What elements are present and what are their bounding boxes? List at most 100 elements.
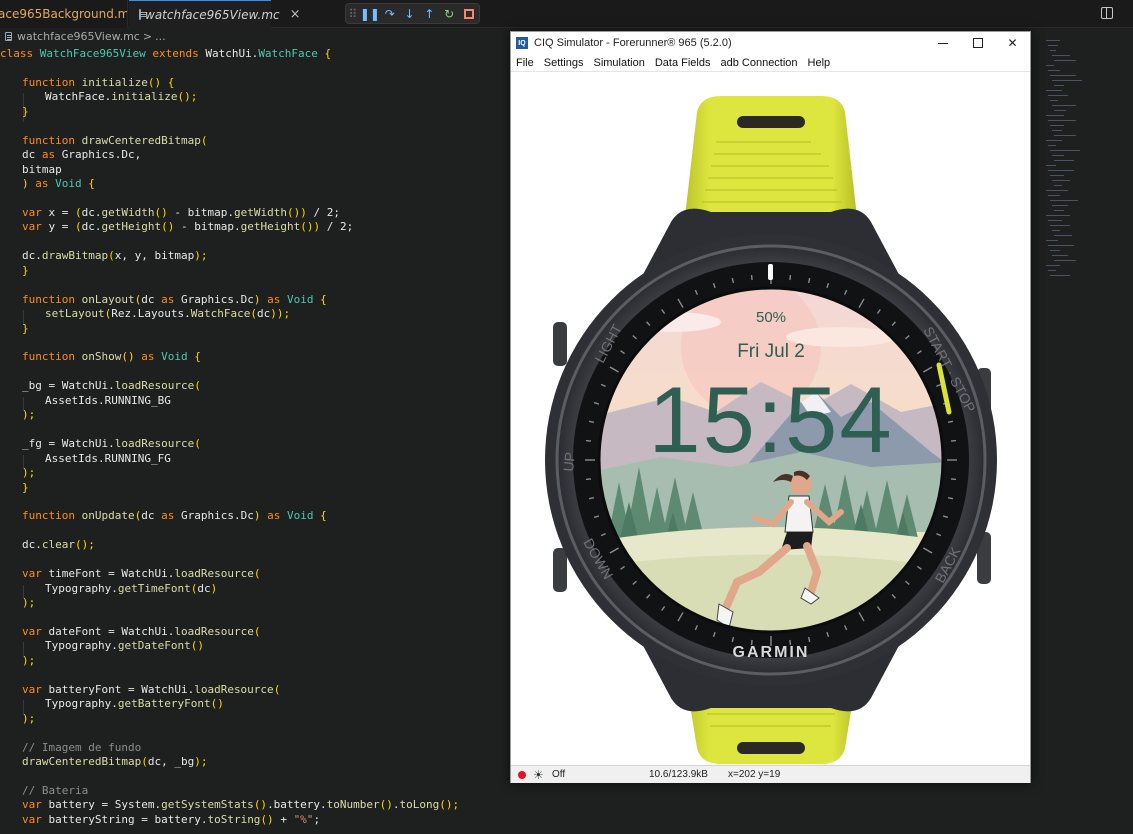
code-token: function [22, 350, 82, 364]
bezel-tick [950, 478, 957, 481]
code-line[interactable]: setLayout(Rez.Layouts.WatchFace(dc)); [45, 307, 290, 321]
code-editor[interactable]: class WatchFace965View extends WatchUi.W… [0, 44, 510, 834]
code-line[interactable]: var battery = System.getSystemStats().ba… [22, 798, 459, 812]
code-line[interactable]: Typography.getDateFont() [45, 639, 204, 653]
date-text: Fri Jul 2 [737, 341, 805, 362]
code-token: Void [286, 509, 321, 523]
menu-adb-connection[interactable]: adb Connection [715, 57, 802, 69]
code-line[interactable]: ); [22, 712, 35, 726]
close-button[interactable]: ✕ [995, 32, 1030, 54]
code-line[interactable]: function drawCenteredBitmap( [22, 134, 207, 148]
step-into-icon[interactable]: ↓ [400, 4, 420, 23]
code-line[interactable]: } [22, 481, 29, 495]
code-token: () [190, 639, 204, 653]
bezel-tick [585, 478, 592, 481]
menu-settings[interactable]: Settings [539, 57, 589, 69]
code-token: toString [207, 812, 261, 826]
maximize-button[interactable] [960, 32, 995, 54]
code-line[interactable]: Typography.getBatteryFont() [45, 697, 224, 711]
code-line[interactable]: _bg = WatchUi.loadResource( [22, 379, 201, 393]
minimap-line [1046, 265, 1060, 266]
breadcrumb-file[interactable]: watchface965View.mc [17, 30, 140, 43]
code-line[interactable]: } [22, 264, 29, 278]
record-indicator-icon[interactable] [518, 771, 526, 779]
watch-canvas[interactable]: LIGHT UP DOWN START · STOP BACK GARMIN 5… [511, 72, 1030, 764]
minimap-line [1050, 250, 1060, 251]
code-token: Graphics.Dc [180, 509, 254, 523]
breadcrumb-more[interactable]: ... [155, 30, 166, 43]
simulator-title-bar[interactable]: IQ CIQ Simulator - Forerunner® 965 (5.2.… [511, 32, 1030, 54]
code-line[interactable]: ); [22, 596, 35, 610]
code-line[interactable]: } [22, 322, 29, 336]
code-line[interactable]: var timeFont = WatchUi.loadResource( [22, 567, 260, 581]
watch-device: LIGHT UP DOWN START · STOP BACK GARMIN 5… [545, 96, 997, 764]
code-token: () [253, 798, 268, 812]
pause-icon[interactable]: ❚❚ [360, 4, 380, 23]
code-token: drawCenteredBitmap [22, 755, 142, 769]
code-token: as [35, 177, 56, 191]
split-editor-icon[interactable] [1101, 7, 1113, 19]
minimap-line [1046, 65, 1054, 66]
simulator-window: IQ CIQ Simulator - Forerunner® 965 (5.2.… [510, 31, 1031, 783]
step-out-icon[interactable]: ↑ [419, 4, 439, 23]
code-line[interactable]: AssetIds.RUNNING_FG [45, 452, 171, 466]
drag-handle-icon[interactable]: ⠿ [346, 4, 360, 23]
close-icon[interactable]: × [290, 7, 301, 22]
code-line[interactable]: // Imagem de fundo [22, 741, 141, 755]
code-line[interactable]: var batteryString = battery.toString() +… [22, 813, 320, 827]
step-over-icon[interactable]: ↷ [380, 4, 400, 23]
tab-view-file[interactable]: watchface965View.mc × [129, 0, 301, 28]
code-line[interactable]: function onUpdate(dc as Graphics.Dc) as … [22, 509, 327, 523]
code-line[interactable]: // Bateria [22, 784, 88, 798]
code-token: AssetIds.RUNNING_FG [45, 451, 171, 465]
code-line[interactable]: ); [22, 654, 35, 668]
code-token: ( [194, 437, 201, 451]
code-line[interactable]: function initialize() { [22, 76, 174, 90]
code-token: . [392, 798, 400, 812]
code-line[interactable]: ) as Void { [22, 177, 95, 191]
stop-icon[interactable] [464, 8, 474, 19]
code-line[interactable]: ); [22, 408, 35, 422]
code-line[interactable]: _fg = WatchUi.loadResource( [22, 437, 201, 451]
minimap-line [1054, 85, 1064, 86]
code-token: y = [48, 220, 75, 234]
down-button[interactable] [553, 548, 567, 592]
code-line[interactable]: dc.clear(); [22, 538, 95, 552]
menu-data-fields[interactable]: Data Fields [650, 57, 716, 69]
code-line[interactable]: var batteryFont = WatchUi.loadResource( [22, 683, 280, 697]
minimize-button[interactable] [925, 32, 960, 54]
restart-icon[interactable]: ↻ [439, 4, 459, 23]
code-token: var [22, 625, 49, 638]
file-icon [139, 9, 146, 20]
light-button[interactable] [553, 322, 567, 366]
menu-help[interactable]: Help [803, 57, 836, 69]
code-token: dc. [22, 538, 42, 552]
minimap-line [1052, 230, 1060, 231]
code-token: loadResource [114, 437, 195, 451]
code-line[interactable]: var x = (dc.getWidth() - bitmap.getWidth… [22, 206, 340, 220]
code-line[interactable]: dc as Graphics.Dc, [22, 148, 141, 162]
code-line[interactable]: } [22, 105, 29, 119]
code-line[interactable]: function onShow() as Void { [22, 350, 201, 364]
backlight-icon[interactable]: ☀ [533, 768, 544, 782]
code-line[interactable]: AssetIds.RUNNING_BG [45, 394, 171, 408]
code-line[interactable]: ); [22, 466, 35, 480]
code-line[interactable]: var y = (dc.getHeight() - bitmap.getHeig… [22, 220, 353, 234]
tab-background-file[interactable]: ace965Background.mc 1 [0, 0, 128, 28]
code-token: / 2; [306, 205, 340, 219]
code-line[interactable]: dc.drawBitmap(x, y, bitmap); [22, 249, 207, 263]
file-icon [5, 31, 12, 41]
code-line[interactable]: bitmap [22, 163, 62, 177]
code-line[interactable]: Typography.getTimeFont(dc) [45, 582, 217, 596]
menu-simulation[interactable]: Simulation [588, 57, 649, 69]
code-line[interactable]: function onLayout(dc as Graphics.Dc) as … [22, 293, 327, 307]
code-line[interactable]: WatchFace.initialize(); [45, 90, 197, 104]
time-text: 15:54 [648, 367, 893, 472]
minimap[interactable] [1046, 40, 1101, 290]
code-token: ) [253, 509, 268, 523]
code-line[interactable]: var dateFont = WatchUi.loadResource( [22, 625, 260, 639]
code-line[interactable]: class WatchFace965View extends WatchUi.W… [0, 47, 331, 61]
menu-file[interactable]: File [511, 57, 539, 69]
code-token: Typography. [45, 639, 118, 653]
code-line[interactable]: drawCenteredBitmap(dc, _bg); [22, 755, 207, 769]
